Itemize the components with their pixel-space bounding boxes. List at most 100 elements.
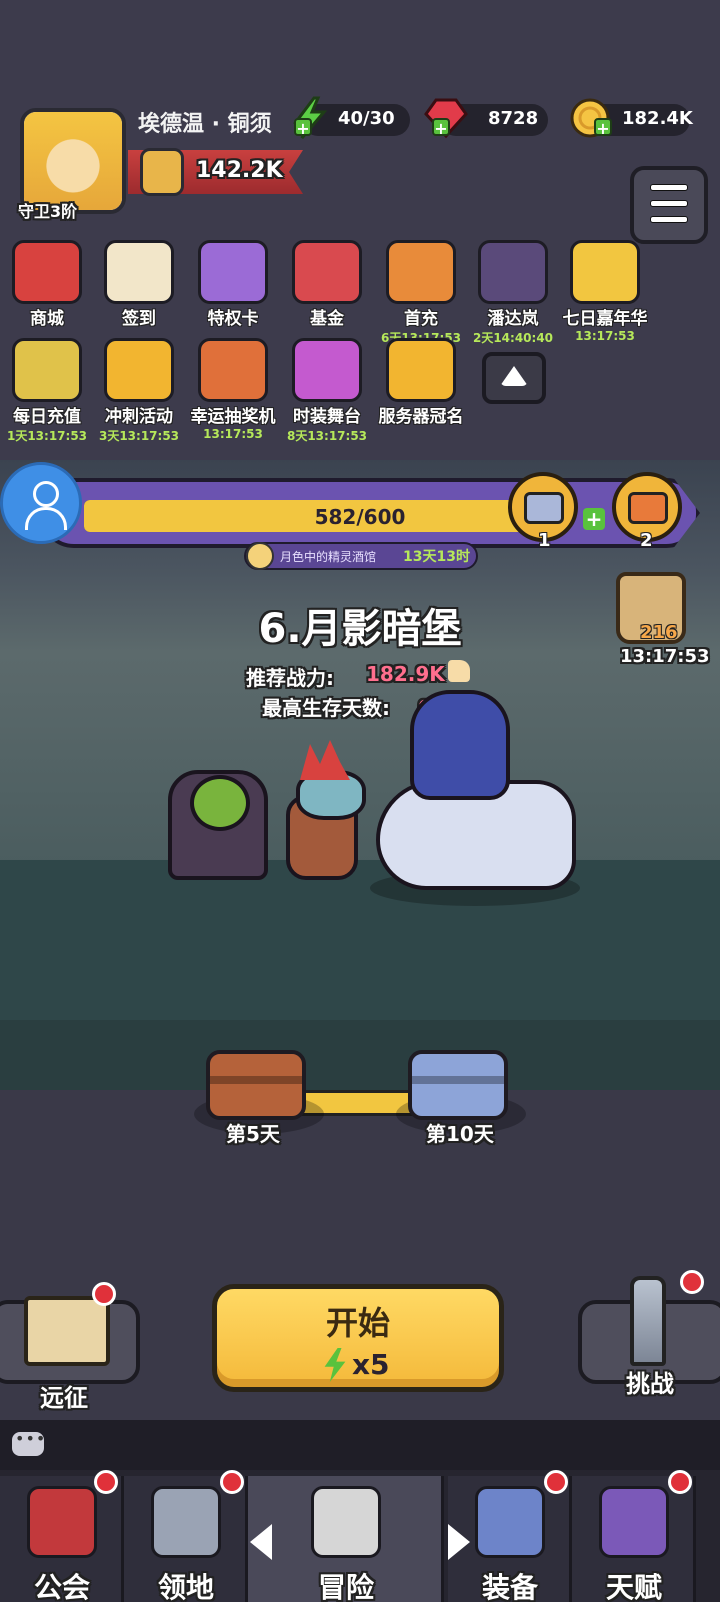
challenge-notification-dot (680, 1270, 704, 1294)
activity-treasure-chest[interactable]: 首充6天13:17:53 (376, 240, 466, 346)
scene-road (0, 1020, 720, 1090)
guild-banner-icon (27, 1486, 97, 1558)
challenge-label: 挑战 (626, 1370, 674, 1398)
trophy-icon (104, 338, 174, 402)
activity-timer: 3天13:17:53 (98, 429, 180, 443)
gems-value: 8728 (488, 108, 539, 129)
event-name: 月色中的精灵酒馆 (280, 550, 377, 564)
collapse-activities-button[interactable] (482, 352, 546, 404)
sword-icon (630, 1276, 666, 1366)
activity-gem-pile[interactable]: 基金 (282, 240, 372, 329)
season-progress-text: 582/600 (314, 505, 406, 529)
activity-label: 特权卡 (207, 309, 259, 329)
gem-pile-icon (292, 240, 362, 304)
activity-calendar[interactable]: 签到 (94, 240, 184, 329)
slot-machine-icon (198, 338, 268, 402)
vip-card-icon (198, 240, 268, 304)
user-profile-icon[interactable] (0, 462, 82, 544)
activity-slot-machine[interactable]: 幸运抽奖机 13:17:53 (188, 338, 278, 441)
nav-tab-crossed-axes[interactable]: 冒险 (248, 1476, 444, 1602)
gems-plus-icon[interactable]: + (432, 118, 450, 138)
day5-chest-icon[interactable] (206, 1050, 306, 1120)
activity-crown[interactable]: 服务器冠名 (376, 338, 466, 427)
day10-label: 第10天 (426, 1122, 494, 1146)
day5-label: 第5天 (226, 1122, 280, 1146)
activity-label: 商城 (30, 309, 64, 329)
event-time: 13天13时 (403, 549, 470, 565)
coin-stack-icon (12, 338, 82, 402)
castle-icon (151, 1486, 221, 1558)
nav-tab-helmet[interactable]: 装备 (448, 1470, 572, 1602)
best-days-label: 最高生存天数: (262, 696, 390, 720)
crystal-ball-icon (292, 338, 362, 402)
nav-tab-guild-banner[interactable]: 公会 (0, 1470, 124, 1602)
reward-plus-icon: + (583, 508, 605, 530)
gold-plus-icon[interactable]: + (594, 118, 612, 138)
reward2-count: 2 (640, 530, 653, 551)
avatar-portrait (24, 112, 122, 210)
activity-crystal-ball[interactable]: 时装舞台 8天13:17:53 (282, 338, 372, 444)
chat-bar[interactable] (0, 1420, 720, 1470)
activity-label: 服务器冠名 (378, 407, 464, 427)
day10-chest-icon[interactable] (408, 1050, 508, 1120)
stage-title: 6.月影暗堡 (258, 606, 462, 652)
nav-tab-castle[interactable]: 领地 (124, 1470, 248, 1602)
energy-value: 40/30 (338, 108, 395, 129)
orc-head (190, 775, 250, 831)
recommend-power-value: 182.9K (366, 662, 445, 686)
player-name: 埃德温 · 铜须 (138, 112, 272, 137)
activity-vip-card[interactable]: 特权卡 (188, 240, 278, 329)
map-scroll-icon (24, 1296, 110, 1366)
chat-bubble-icon[interactable] (12, 1429, 46, 1456)
activity-shop[interactable]: 商城 (2, 240, 92, 329)
activity-label: 基金 (310, 309, 344, 329)
activity-label: 冲刺活动 (105, 407, 173, 427)
expedition-notification-dot (92, 1282, 116, 1306)
nav-label: 装备 (481, 1571, 538, 1602)
start-cost: x5 (352, 1348, 390, 1381)
reward1-count: 1 (538, 530, 551, 551)
helmet-icon (475, 1486, 545, 1558)
nav-label: 公会 (33, 1571, 90, 1602)
nav-notification-dot (220, 1470, 244, 1494)
gold-value: 182.4K (622, 108, 693, 129)
activity-coin-stack[interactable]: 每日充值 1天13:17:53 (2, 338, 92, 444)
activity-label: 七日嘉年华 (562, 309, 648, 329)
activity-label: 幸运抽奖机 (190, 407, 276, 427)
calendar-icon (104, 240, 174, 304)
activity-label: 潘达岚 (487, 309, 539, 329)
activity-label: 时装舞台 (293, 407, 361, 427)
activity-timer: 2天14:40:40 (472, 331, 554, 345)
expedition-label: 远征 (40, 1384, 88, 1412)
activity-timer: 1天13:17:53 (6, 429, 88, 443)
power-shield-icon (140, 148, 184, 196)
activity-seven-star[interactable]: 七日嘉年华 13:17:53 (560, 240, 650, 343)
nav-label: 冒险 (317, 1571, 374, 1602)
activity-label: 每日充值 (13, 407, 81, 427)
crossed-axes-icon (311, 1486, 381, 1558)
spellbook-icon (599, 1486, 669, 1558)
activity-label: 签到 (122, 309, 156, 329)
thumbs-up-icon (448, 660, 470, 682)
crown-icon (386, 338, 456, 402)
nav-label: 领地 (157, 1571, 214, 1602)
activity-timer: 13:17:53 (203, 427, 263, 441)
shop-icon (12, 240, 82, 304)
activity-timer: 13:17:53 (575, 329, 635, 343)
player-rank: 守卫3阶 (18, 202, 78, 221)
activity-samurai-helmet[interactable]: 潘达岚 2天14:40:40 (468, 240, 558, 346)
nav-notification-dot (94, 1470, 118, 1494)
nav-label: 天赋 (605, 1571, 662, 1602)
activity-trophy[interactable]: 冲刺活动 3天13:17:53 (94, 338, 184, 444)
recommend-power-label: 推荐战力: (246, 666, 334, 690)
samurai-helmet-icon (478, 240, 548, 304)
energy-plus-icon[interactable]: + (294, 118, 312, 138)
seven-star-icon (570, 240, 640, 304)
activity-timer: 8天13:17:53 (286, 429, 368, 443)
nav-tab-spellbook[interactable]: 天赋 (572, 1470, 696, 1602)
activity-label: 首充 (404, 309, 438, 329)
nav-notification-dot (668, 1470, 692, 1494)
main-menu-button[interactable] (630, 166, 708, 244)
armored-rider (410, 690, 510, 800)
nav-notification-dot (544, 1470, 568, 1494)
